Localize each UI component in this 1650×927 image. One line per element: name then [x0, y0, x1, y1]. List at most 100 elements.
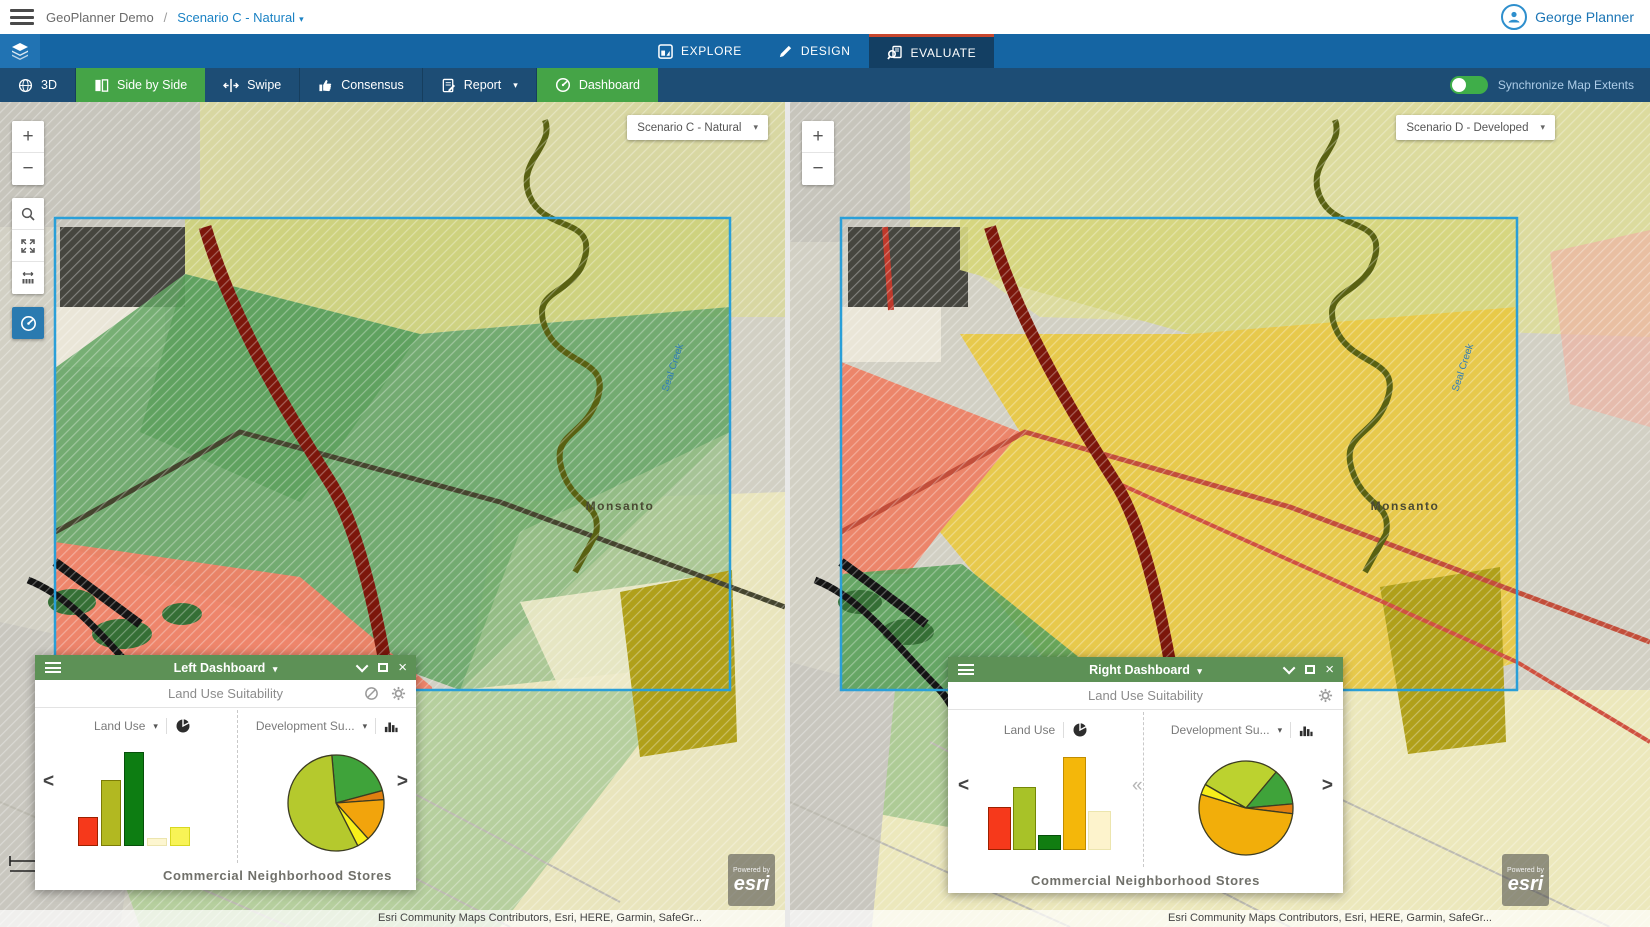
measure-icon	[20, 270, 36, 286]
side-by-side-button[interactable]: Side by Side	[76, 68, 205, 102]
caret-down-icon[interactable]: ▾	[363, 721, 368, 732]
measure-button[interactable]	[12, 262, 44, 294]
layers-button[interactable]	[0, 34, 40, 68]
search-icon	[20, 206, 36, 222]
carousel-next-button[interactable]: >	[1322, 775, 1333, 797]
chart-caption: Commercial Neighborhood Stores	[87, 868, 468, 883]
bar-segment	[147, 838, 167, 846]
widget-header-land-use: Land Use ▾	[60, 714, 225, 738]
3d-button[interactable]: 3D	[0, 68, 76, 102]
development-suitability-pie-chart	[286, 753, 386, 853]
maximize-icon[interactable]	[1305, 665, 1315, 674]
pie-chart-type-icon[interactable]	[1072, 722, 1088, 738]
caret-down-icon: ▾	[299, 14, 304, 24]
settings-gear-icon[interactable]	[1318, 688, 1333, 703]
bar-segment	[1013, 787, 1036, 850]
zoom-out-button[interactable]: −	[12, 153, 44, 185]
carousel-next-button[interactable]: >	[397, 771, 408, 793]
user-avatar-icon	[1501, 4, 1527, 30]
caret-down-icon: ▾	[273, 664, 278, 674]
esri-logo: Powered by esri	[728, 854, 775, 906]
widget-header-land-use: Land Use	[966, 718, 1126, 742]
esri-logo: Powered by esri	[1502, 854, 1549, 906]
land-use-bar-chart	[988, 757, 1111, 850]
bar-chart-type-icon[interactable]	[384, 719, 398, 733]
gauge-icon	[555, 77, 571, 93]
dashboard-menu-icon[interactable]	[958, 664, 974, 675]
right-attribution-bar: Esri Community Maps Contributors, Esri, …	[790, 910, 1650, 927]
right-scenario-selector[interactable]: Scenario D - Developed▾	[1396, 115, 1555, 140]
carousel-prev-button[interactable]: <	[958, 775, 969, 797]
globe-icon	[18, 78, 33, 93]
app-menu-icon[interactable]	[10, 9, 34, 25]
search-button[interactable]	[12, 198, 44, 230]
tab-explore[interactable]: EXPLORE	[640, 34, 760, 68]
swipe-button[interactable]: Swipe	[205, 68, 300, 102]
user-menu[interactable]: George Planner	[1501, 4, 1634, 30]
bar-chart-type-icon[interactable]	[1299, 723, 1313, 737]
report-button[interactable]: Report ▾	[423, 68, 537, 102]
land-use-bar-chart	[78, 752, 190, 846]
panel-title: Land Use Suitability	[35, 686, 416, 701]
breadcrumb-separator: /	[164, 10, 168, 25]
carousel-prev-button[interactable]: <	[43, 771, 54, 793]
left-dashboard-panel: Left Dashboard ▾ × Land Use Suitability …	[35, 655, 416, 890]
layers-icon	[10, 41, 30, 61]
chart-caption: Commercial Neighborhood Stores	[948, 873, 1343, 888]
zoom-in-button[interactable]: +	[802, 121, 834, 153]
maximize-icon[interactable]	[378, 663, 388, 672]
caret-down-icon: ▾	[1540, 122, 1545, 133]
pie-chart-type-icon[interactable]	[175, 718, 191, 734]
bar-segment	[124, 752, 144, 846]
widget-divider	[1143, 712, 1144, 867]
zoom-in-button[interactable]: +	[12, 121, 44, 153]
gauge-icon	[20, 315, 37, 332]
left-scenario-selector[interactable]: Scenario C - Natural▾	[627, 115, 768, 140]
left-map-controls: + −	[12, 121, 44, 352]
tab-design[interactable]: DESIGN	[760, 34, 869, 68]
settings-gear-icon[interactable]	[391, 686, 406, 701]
consensus-button[interactable]: Consensus	[300, 68, 423, 102]
left-map-pane: Monsanto Seal Creek + −	[0, 102, 785, 927]
dashboard-button[interactable]: Dashboard	[537, 68, 658, 102]
close-icon[interactable]: ×	[1325, 662, 1334, 677]
bar-segment	[988, 807, 1011, 850]
breadcrumb-project: GeoPlanner Demo	[46, 10, 154, 25]
left-attribution-bar: Esri Community Maps Contributors, Esri, …	[0, 910, 785, 927]
mode-tabs: EXPLORE DESIGN EVALUATE	[640, 34, 994, 68]
development-suitability-pie-chart	[1196, 758, 1296, 858]
sync-extents-toggle[interactable]	[1450, 76, 1488, 94]
right-dashboard-header[interactable]: Right Dashboard ▾ ×	[948, 657, 1343, 682]
dashboard-menu-icon[interactable]	[45, 662, 61, 673]
design-pencil-icon	[778, 44, 793, 59]
panel-title: Land Use Suitability	[948, 688, 1343, 703]
close-icon[interactable]: ×	[398, 660, 407, 675]
top-bar: GeoPlanner Demo / Scenario C - Natural▾ …	[0, 0, 1650, 34]
sync-extents-control: Synchronize Map Extents	[1450, 68, 1634, 102]
full-extent-button[interactable]	[12, 230, 44, 262]
map-label-place: Monsanto	[1371, 499, 1440, 513]
caret-down-icon: ▾	[513, 80, 518, 91]
sync-extents-label: Synchronize Map Extents	[1498, 78, 1634, 92]
bar-segment	[1063, 757, 1086, 850]
caret-down-icon[interactable]: ▾	[1278, 725, 1283, 736]
evaluate-icon	[887, 45, 903, 61]
left-dashboard-header[interactable]: Left Dashboard ▾ ×	[35, 655, 416, 680]
main-nav-bar: EXPLORE DESIGN EVALUATE	[0, 34, 1650, 68]
tab-evaluate[interactable]: EVALUATE	[869, 34, 995, 68]
breadcrumb-scenario-dropdown[interactable]: Scenario C - Natural▾	[177, 10, 303, 25]
map-label-place: Monsanto	[586, 499, 655, 513]
dashboard-tool-button[interactable]	[12, 307, 44, 339]
report-icon	[441, 78, 456, 93]
user-name: George Planner	[1535, 9, 1634, 25]
visibility-off-icon[interactable]	[364, 686, 379, 701]
attribution-text: Esri Community Maps Contributors, Esri, …	[378, 912, 702, 924]
zoom-out-button[interactable]: −	[802, 153, 834, 185]
carousel-page-back-icon[interactable]: «	[1132, 775, 1143, 797]
widget-divider	[237, 710, 238, 863]
attribution-text: Esri Community Maps Contributors, Esri, …	[1168, 912, 1492, 924]
caret-down-icon: ▾	[753, 122, 758, 133]
caret-down-icon[interactable]: ▾	[153, 721, 158, 732]
widget-header-development-suitability: Development Su... ▾	[243, 714, 411, 738]
right-dashboard-panel: Right Dashboard ▾ × Land Use Suitability…	[948, 657, 1343, 893]
